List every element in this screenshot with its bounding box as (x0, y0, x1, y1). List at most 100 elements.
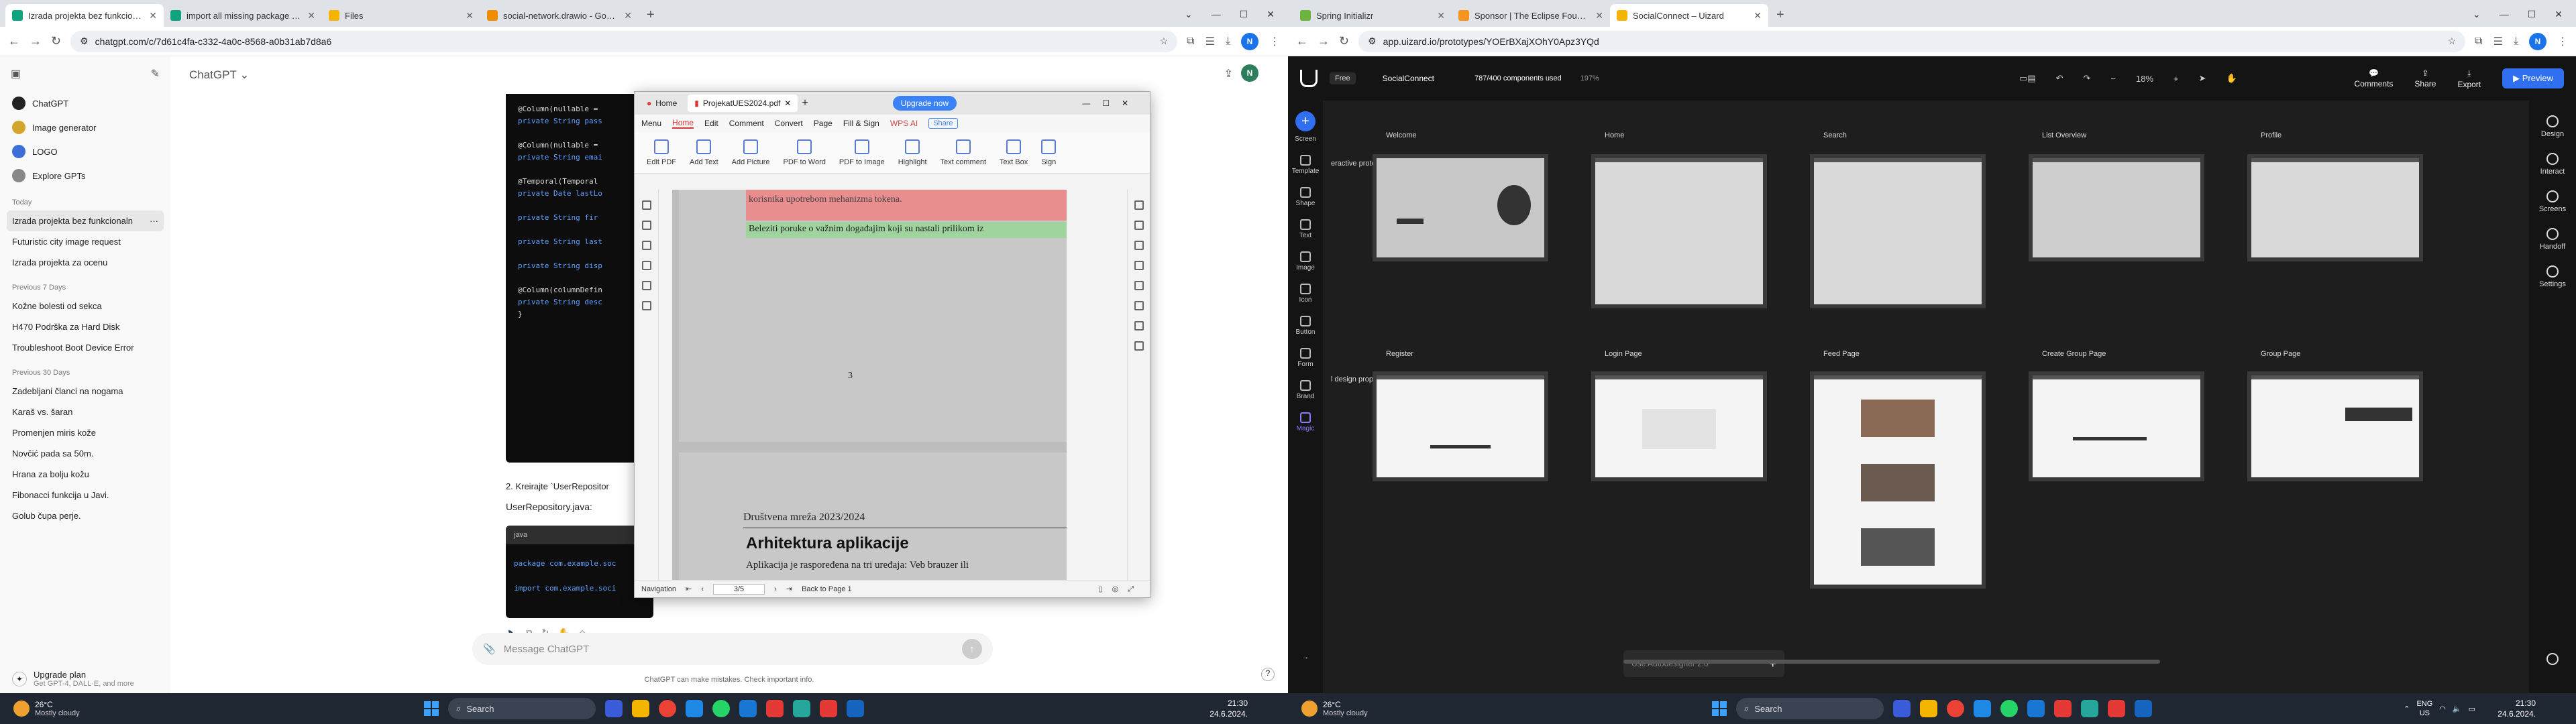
wps-tab-document[interactable]: ▮ ProjekatUES2024.pdf ✕ (688, 95, 798, 112)
chrome-icon[interactable] (1947, 700, 1964, 717)
project-name[interactable]: SocialConnect (1383, 74, 1434, 83)
undo-icon[interactable]: ↶ (2056, 73, 2063, 84)
browser-tab-uizard[interactable]: SocialConnect – Uizard ✕ (1610, 4, 1768, 27)
close-tab-icon[interactable]: ✕ (307, 10, 315, 21)
comment-icon[interactable] (641, 241, 651, 250)
wps-window-controls[interactable]: —☐✕ (1082, 99, 1150, 108)
tool-edit-pdf[interactable]: Edit PDF (640, 139, 683, 166)
taskbar-search[interactable]: ⌕ Search (1736, 698, 1884, 719)
menu-item-comment[interactable]: Comment (729, 119, 764, 128)
browser-tab-files[interactable]: Files ✕ (322, 4, 480, 27)
help-button[interactable]: ? (1261, 668, 1275, 681)
right-item-settings[interactable]: Settings (2529, 265, 2576, 288)
close-tab-icon[interactable]: ✕ (1595, 10, 1603, 21)
search-icon[interactable] (1134, 301, 1144, 310)
panel-item-magic[interactable]: Magic (1288, 412, 1323, 432)
panel-item-button[interactable]: Button (1288, 316, 1323, 336)
prev-page-icon[interactable]: ‹ (701, 585, 704, 593)
screen-profile[interactable] (2247, 154, 2423, 261)
site-info-icon[interactable]: ⚙ (1368, 36, 1377, 47)
bookmark-icon[interactable] (641, 200, 651, 210)
screen-feed[interactable] (1810, 371, 1986, 589)
pdf-app-icon[interactable] (820, 700, 837, 717)
tool-highlight[interactable]: Highlight (892, 139, 934, 166)
site-info-icon[interactable]: ⚙ (80, 36, 89, 47)
screen-register[interactable] (1373, 371, 1548, 481)
extensions-icon[interactable]: ⧉ (2475, 36, 2482, 48)
extensions-icon[interactable]: ⧉ (1187, 36, 1194, 48)
address-bar[interactable]: ⚙ app.uizard.io/prototypes/YOErBXajXOhY0A… (1358, 30, 2466, 52)
minimize-button[interactable]: — (2500, 9, 2509, 20)
clock[interactable]: 21:30 24.6.2024. (2498, 698, 2536, 719)
browser-tab-chatgpt[interactable]: Izrada projekta bez funkcionalnosti ✕ (5, 4, 164, 27)
taskbar-search[interactable]: ⌕ Search (448, 698, 596, 719)
whatsapp-icon[interactable] (712, 700, 730, 717)
task-view-icon[interactable] (1893, 700, 1911, 717)
intellij-icon[interactable] (793, 700, 810, 717)
system-tray[interactable]: ⌃ ENG US ◠ 🔈 ▭ (2404, 699, 2475, 718)
address-bar[interactable]: ⚙ chatgpt.com/c/7d61c4fa-c332-4a0c-8568-a… (70, 30, 1178, 52)
wifi-icon[interactable]: ◠ (2439, 705, 2446, 713)
chat-history-item[interactable]: H470 Podrška za Hard Disk (7, 316, 164, 337)
chat-history-item[interactable]: Karaš vs. šaran (7, 402, 164, 422)
tool-text-box[interactable]: Text Box (993, 139, 1034, 166)
expand-panel-arrow-icon[interactable]: → (1288, 654, 1323, 661)
canvas-horizontal-scrollbar[interactable] (1623, 660, 2160, 664)
weather-widget[interactable]: 26°C Mostly cloudy (0, 700, 80, 717)
autodesigner-input[interactable]: Use Autodesigner 2.0+ (1623, 650, 1784, 677)
close-tab-icon[interactable]: ✕ (784, 99, 791, 108)
help-button[interactable] (2529, 653, 2576, 665)
panel-item-screen[interactable]: Screen (1288, 135, 1323, 143)
redo-icon[interactable]: ↷ (2083, 73, 2090, 84)
weather-widget[interactable]: 26°C Mostly cloudy (1288, 700, 1368, 717)
browser-tab-import[interactable]: import all missing package w... ✕ (164, 4, 322, 27)
minimize-button[interactable]: — (1212, 9, 1221, 20)
layout-view-icon[interactable]: ▭▤ (2019, 73, 2036, 84)
panel-item-brand[interactable]: Brand (1288, 380, 1323, 400)
panel-item-shape[interactable]: Shape (1288, 187, 1323, 207)
export-button[interactable]: ⤓ Export (2457, 68, 2481, 89)
forward-arrow-icon[interactable]: → (30, 34, 42, 48)
maximize-button[interactable]: ☐ (1240, 9, 1248, 20)
whatsapp-icon[interactable] (2000, 700, 2018, 717)
chat-history-item[interactable]: Izrada projekta za ocenu (7, 252, 164, 273)
select-tool-icon[interactable]: ➤ (2199, 73, 2206, 84)
screen-list-overview[interactable] (2029, 154, 2204, 261)
profile-avatar[interactable]: N (2529, 32, 2546, 50)
send-arrow-icon[interactable]: ↑ (962, 639, 982, 659)
tray-chevron-icon[interactable]: ⌃ (2404, 705, 2410, 713)
forward-arrow-icon[interactable]: → (1318, 34, 1330, 48)
chat-history-item[interactable]: Hrana za bolju kožu (7, 464, 164, 485)
uizard-canvas[interactable]: eractive prototype l design proposals We… (1323, 101, 2529, 693)
edge-icon[interactable] (686, 700, 703, 717)
hand-tool-icon[interactable]: ✋ (2226, 73, 2237, 84)
back-to-page-link[interactable]: Back to Page 1 (802, 585, 852, 593)
screen-welcome[interactable] (1373, 154, 1548, 261)
vscode-icon[interactable] (847, 700, 864, 717)
close-window-button[interactable]: ✕ (1267, 9, 1275, 20)
intellij-icon[interactable] (2081, 700, 2098, 717)
start-windows-icon[interactable] (1712, 701, 1727, 716)
navigation-toggle[interactable]: Navigation (641, 585, 676, 593)
screen-search[interactable] (1810, 154, 1986, 308)
sidebar-item-logo[interactable]: LOGO (7, 139, 164, 164)
first-page-icon[interactable]: ⇤ (686, 585, 692, 593)
annotate-icon[interactable] (1134, 221, 1144, 230)
tab-search-icon[interactable]: ⌄ (2473, 9, 2481, 20)
app-icon[interactable] (739, 700, 757, 717)
close-window-button[interactable]: ✕ (2555, 9, 2563, 20)
close-tab-icon[interactable]: ✕ (1437, 10, 1445, 21)
chat-history-item[interactable]: Golub čupa perje. (7, 505, 164, 526)
panel-item-form[interactable]: Form (1288, 348, 1323, 368)
panel-item-icon[interactable]: Icon (1288, 284, 1323, 304)
reading-list-icon[interactable]: ☰ (1205, 35, 1215, 48)
pdf-viewport[interactable]: korisnika upotrebom mehanizma tokena. Be… (672, 190, 1067, 581)
chat-history-item[interactable]: Troubleshoot Boot Device Error (7, 337, 164, 358)
view-mode-icons[interactable]: ▯◎⤢ (1099, 585, 1143, 594)
autodesigner-add-icon[interactable]: + (1769, 657, 1776, 671)
tool-add-picture[interactable]: Add Picture (725, 139, 777, 166)
back-arrow-icon[interactable]: ← (1296, 34, 1308, 48)
share-icon[interactable]: ⇪ (1224, 67, 1233, 80)
model-selector[interactable]: ChatGPT ⌄ (189, 68, 250, 82)
screen-group[interactable] (2247, 371, 2423, 481)
